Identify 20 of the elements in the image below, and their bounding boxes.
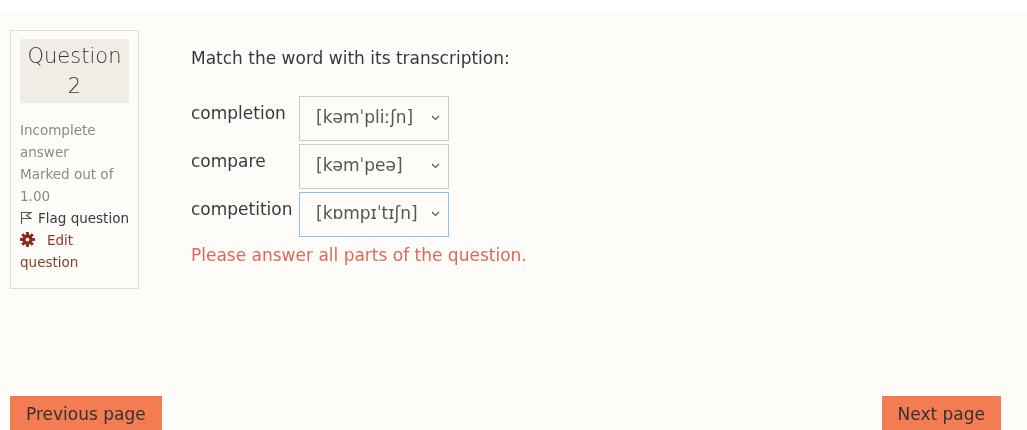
edit-question-link[interactable]: Edit question <box>20 229 129 273</box>
chevron-down-icon <box>431 115 440 121</box>
gear-icon <box>20 232 35 247</box>
flag-icon <box>20 211 32 225</box>
previous-page-button[interactable]: Previous page <box>10 396 162 430</box>
next-page-button[interactable]: Next page <box>881 396 1001 430</box>
question-prompt: Match the word with its transcription: <box>191 47 511 70</box>
chevron-down-icon <box>431 163 440 169</box>
flag-question-link[interactable]: Flag question <box>38 207 129 229</box>
answer-dropdown[interactable]: [kɒmpɪˈtɪʃn] <box>299 191 449 237</box>
match-word: compare <box>191 150 267 174</box>
chevron-down-icon <box>431 211 440 217</box>
question-marks: Marked out of 1.00 <box>20 166 114 204</box>
validation-error: Please answer all parts of the question. <box>191 243 527 267</box>
question-state: Incomplete answer <box>20 122 96 160</box>
answer-dropdown[interactable]: [kəmˈpeə] <box>299 143 449 189</box>
match-word: completion <box>191 102 287 126</box>
match-word: competition <box>191 198 294 222</box>
answer-dropdown[interactable]: [kəmˈpliːʃn] <box>299 95 449 141</box>
question-title: Question 2 <box>20 39 129 103</box>
